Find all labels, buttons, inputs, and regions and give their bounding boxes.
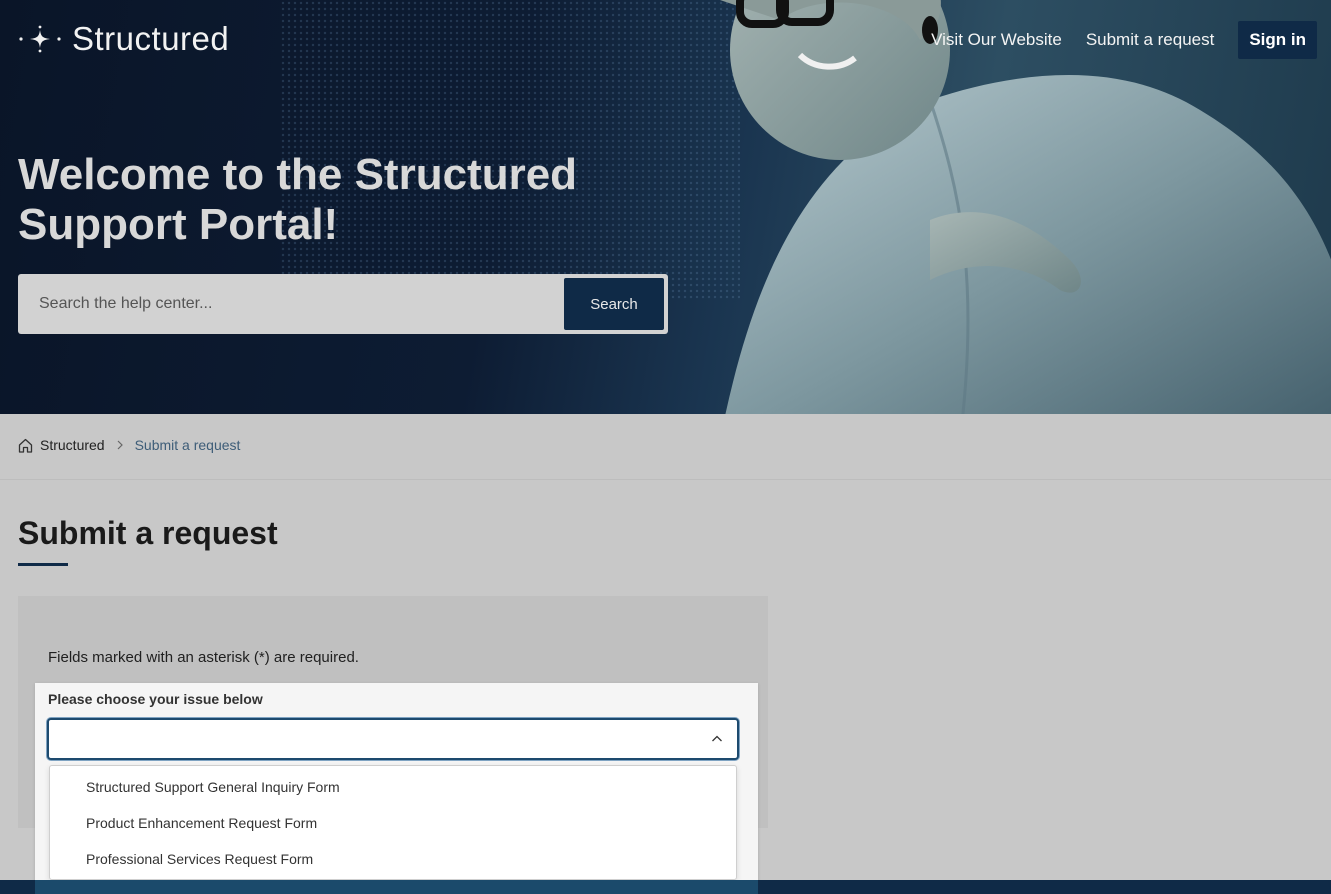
hero-banner: Structured Visit Our Website Submit a re…: [0, 0, 1331, 414]
brand-wordmark: Structured: [72, 20, 230, 57]
sparkle-icon: [19, 25, 61, 53]
issue-select[interactable]: [47, 718, 739, 760]
issue-option[interactable]: Professional Services Request Form: [86, 851, 313, 867]
title-underline: [18, 563, 68, 566]
required-fields-note: Fields marked with an asterisk (*) are r…: [48, 649, 359, 666]
breadcrumb-divider: [0, 479, 1331, 480]
footer-strip: [0, 880, 1331, 894]
issue-option[interactable]: Product Enhancement Request Form: [86, 815, 317, 831]
visit-website-link[interactable]: Visit Our Website: [931, 30, 1062, 50]
chevron-right-icon: [117, 440, 123, 450]
hero-headline: Welcome to the Structured Support Portal…: [18, 150, 578, 249]
issue-picker-label: Please choose your issue below: [48, 691, 263, 707]
search-button[interactable]: Search: [564, 278, 664, 330]
breadcrumb: Structured Submit a request: [18, 437, 240, 453]
hero-photo: [720, 0, 1331, 414]
search-input[interactable]: [18, 274, 558, 334]
submit-request-link[interactable]: Submit a request: [1086, 30, 1215, 50]
sign-in-button[interactable]: Sign in: [1238, 21, 1317, 59]
home-icon[interactable]: [18, 438, 33, 453]
issue-option[interactable]: Structured Support General Inquiry Form: [86, 779, 340, 795]
issue-options-list: Structured Support General Inquiry Form …: [49, 765, 737, 880]
brand-logo[interactable]: Structured: [18, 20, 229, 58]
search-form: Search: [18, 274, 668, 334]
footer-strip-highlight: [35, 880, 758, 894]
top-navigation: Visit Our Website Submit a request Sign …: [931, 21, 1317, 59]
chevron-up-icon[interactable]: [711, 733, 723, 745]
breadcrumb-root-link[interactable]: Structured: [40, 437, 105, 453]
page-title: Submit a request: [18, 515, 278, 551]
breadcrumb-current-link[interactable]: Submit a request: [135, 437, 241, 453]
